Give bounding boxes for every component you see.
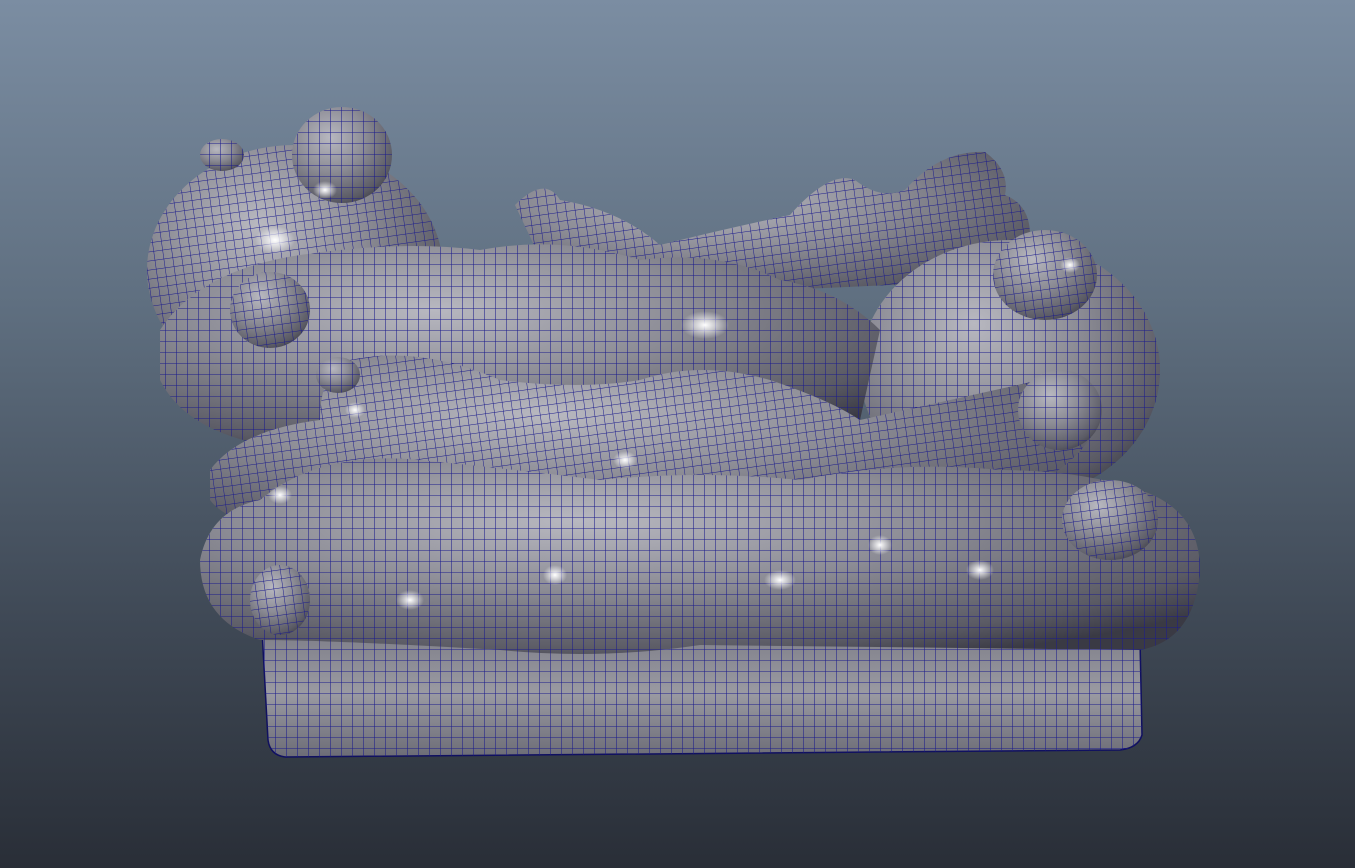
mesh-base-wire	[262, 630, 1142, 757]
mesh-blob-front-bottom[interactable]	[200, 458, 1200, 654]
mesh-object[interactable]	[147, 107, 1200, 758]
3d-viewport[interactable]	[0, 0, 1355, 868]
mesh-scene[interactable]	[0, 0, 1355, 868]
